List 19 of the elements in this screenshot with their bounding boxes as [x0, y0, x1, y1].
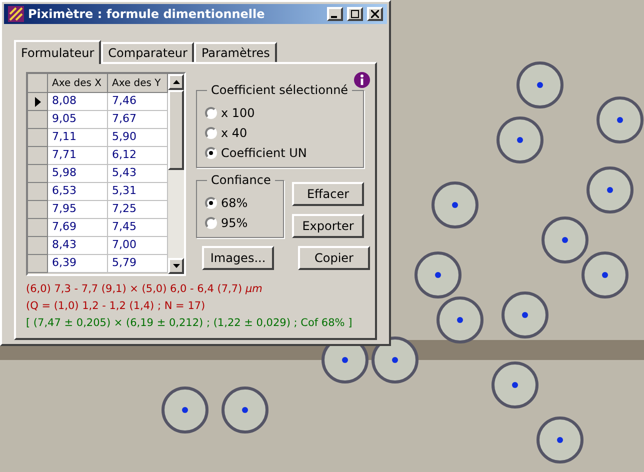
- tab[interactable]: Formulateur: [14, 40, 102, 64]
- radio-label: Coefficient UN: [221, 145, 307, 162]
- copy-button[interactable]: Copier: [298, 246, 370, 270]
- clear-button[interactable]: Effacer: [292, 182, 364, 206]
- radio-label: x 100: [221, 105, 255, 122]
- radio-label: 95%: [221, 215, 248, 232]
- tab[interactable]: Comparateur: [101, 42, 194, 62]
- result-line: [ (7,47 ± 0,205) × (6,19 ± 0,212) ; (1,22 ± 0,029) ; Cof 68% ]: [26, 316, 354, 330]
- radio-label: x 40: [221, 125, 248, 142]
- result-line: (6,0) 7,3 - 7,7 (9,1) × (5,0) 6,0 - 6,4 (7,7) µm: [26, 282, 264, 297]
- window-title: Piximètre : formule dimentionnelle: [28, 6, 266, 23]
- group-title: Coefficient sélectionné: [207, 83, 352, 97]
- radio-label: 68%: [221, 195, 248, 212]
- result-line: (Q = (1,0) 1,2 - 1,2 (1,4) ; N = 17): [26, 298, 206, 314]
- images-button[interactable]: Images...: [202, 246, 274, 270]
- table-cell: 6,39: [48, 255, 108, 273]
- export-button[interactable]: Exporter: [292, 214, 364, 238]
- tab[interactable]: Paramètres: [194, 42, 277, 62]
- group-title: Confiance: [207, 173, 275, 187]
